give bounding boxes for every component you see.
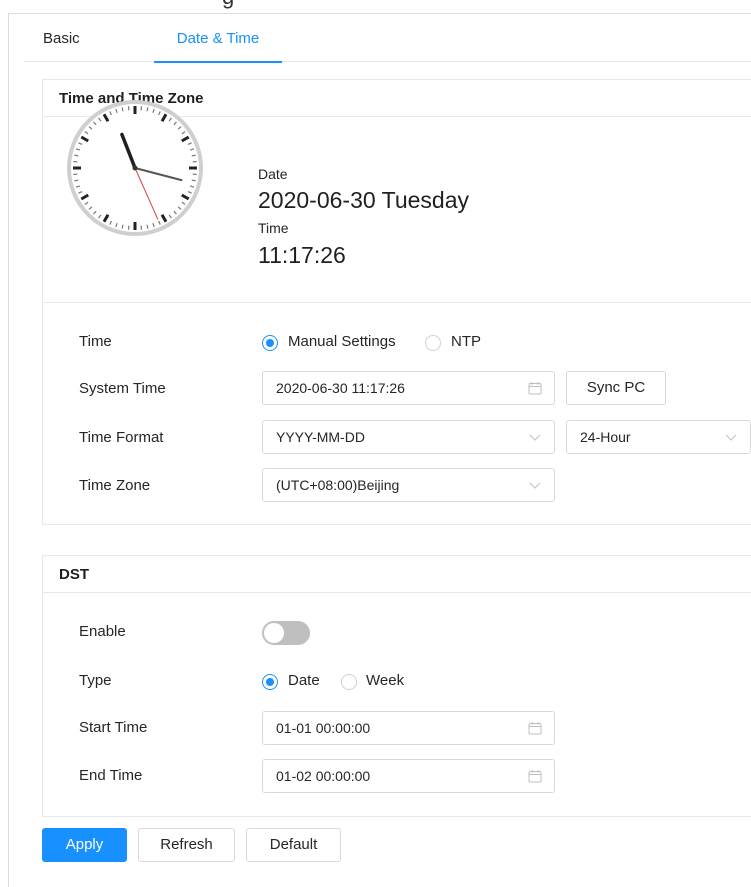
end-time-value: 01-02 00:00:00 (276, 768, 371, 784)
sync-pc-button[interactable]: Sync PC (566, 371, 666, 405)
time-and-time-zone-panel: Time and Time Zone Date 2020-06-30 Tuesd… (42, 79, 751, 525)
dst-enable-toggle[interactable] (262, 621, 310, 645)
clock-minute-tick (146, 224, 149, 229)
page-title-fragment: g (222, 0, 234, 10)
default-button[interactable]: Default (246, 828, 341, 862)
system-time-input[interactable]: 2020-06-30 11:17:26 (262, 371, 555, 405)
end-time-label: End Time (79, 767, 143, 784)
start-time-value: 01-01 00:00:00 (276, 720, 371, 736)
type-week-label[interactable]: Week (366, 672, 404, 689)
time-label: Time (258, 220, 289, 236)
clock-minute-tick (74, 154, 79, 157)
type-label: Type (79, 672, 112, 689)
type-date-radio[interactable] (262, 674, 278, 690)
end-time-input[interactable]: 01-02 00:00:00 (262, 759, 555, 793)
enable-label: Enable (79, 623, 126, 640)
time-zone-label: Time Zone (79, 477, 151, 494)
manual-settings-label[interactable]: Manual Settings (288, 333, 396, 350)
tab-date-time[interactable]: Date & Time (154, 14, 282, 63)
time-format-label: Time Format (79, 429, 164, 446)
analog-clock (67, 100, 203, 236)
tab-bar: Basic Date & Time (24, 14, 751, 63)
time-mode-label: Time (79, 333, 112, 350)
chevron-down-icon (529, 482, 541, 489)
start-time-input[interactable]: 01-01 00:00:00 (262, 711, 555, 745)
time-value: 11:17:26 (258, 242, 346, 268)
clock-minute-tick (146, 107, 149, 112)
chevron-down-icon (725, 434, 737, 441)
manual-settings-radio[interactable] (262, 335, 278, 351)
type-week-radio[interactable] (341, 674, 357, 690)
ntp-radio[interactable] (425, 335, 441, 351)
date-format-value: YYYY-MM-DD (276, 429, 365, 445)
clock-minute-tick (121, 107, 124, 112)
calendar-icon[interactable] (528, 769, 542, 783)
time-zone-select[interactable]: (UTC+08:00)Beijing (262, 468, 555, 502)
ntp-label[interactable]: NTP (451, 333, 481, 350)
refresh-button[interactable]: Refresh (138, 828, 235, 862)
panel-title: DST (43, 556, 751, 593)
chevron-down-icon (529, 434, 541, 441)
section-divider (43, 302, 751, 303)
hour-format-select[interactable]: 24-Hour (566, 420, 751, 454)
hour-format-value: 24-Hour (580, 429, 631, 445)
clock-minute-tick (191, 154, 196, 157)
clock-minute-tick (74, 179, 79, 182)
apply-button[interactable]: Apply (42, 828, 127, 862)
time-zone-value: (UTC+08:00)Beijing (276, 477, 400, 493)
clock-minute-tick (121, 224, 124, 229)
calendar-icon[interactable] (528, 381, 542, 395)
date-label: Date (258, 166, 288, 182)
date-format-select[interactable]: YYYY-MM-DD (262, 420, 555, 454)
dst-panel: DST Enable Type Date Week Start Time 01-… (42, 555, 751, 817)
tab-basic[interactable]: Basic (43, 14, 80, 62)
date-value: 2020-06-30 Tuesday (258, 187, 469, 213)
system-time-label: System Time (79, 380, 166, 397)
system-time-value: 2020-06-30 11:17:26 (276, 380, 405, 396)
type-date-label[interactable]: Date (288, 672, 320, 689)
calendar-icon[interactable] (528, 721, 542, 735)
start-time-label: Start Time (79, 719, 148, 736)
clock-minute-tick (191, 179, 196, 182)
